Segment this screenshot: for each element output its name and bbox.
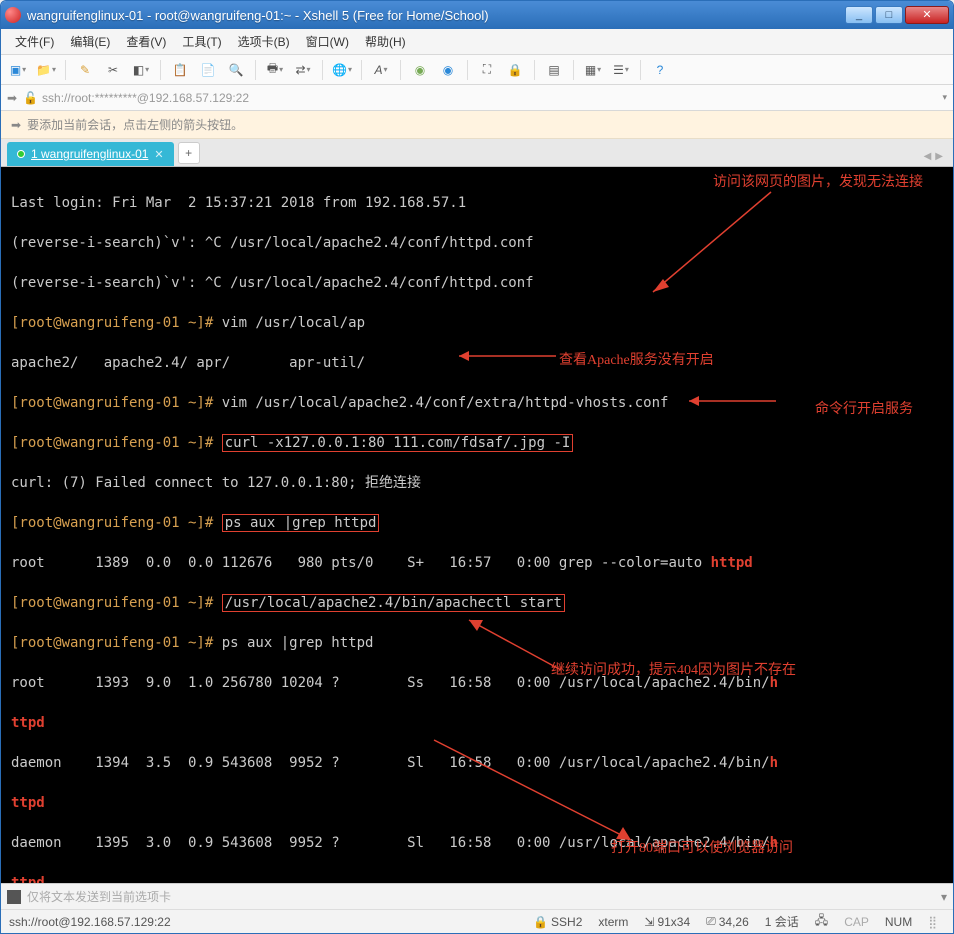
web-button[interactable]: 🌐 xyxy=(331,59,353,81)
minimize-button[interactable]: _ xyxy=(845,6,873,24)
input-icon xyxy=(7,890,21,904)
menu-tools[interactable]: 工具(T) xyxy=(176,31,227,52)
copy-button[interactable]: 📋 xyxy=(169,59,191,81)
tab-bar: 1 wangruifenglinux-01 ✕ + ◀ ▶ xyxy=(1,139,953,167)
tab-prev-icon[interactable]: ◀ xyxy=(924,151,932,162)
input-dropdown-icon[interactable]: ▾ xyxy=(941,890,947,904)
address-bar[interactable]: ➡ 🔓 ssh://root:*********@192.168.57.129:… xyxy=(1,85,953,111)
hint-icon: ➡ xyxy=(11,118,21,132)
properties-button[interactable]: ◧ xyxy=(130,59,152,81)
disconnect-button[interactable]: ✂ xyxy=(102,59,124,81)
menu-help[interactable]: 帮助(H) xyxy=(359,31,412,52)
status-dot-icon xyxy=(17,150,25,158)
menu-edit[interactable]: 编辑(E) xyxy=(64,31,116,52)
new-tab-button[interactable]: + xyxy=(178,142,200,164)
window-title: wangruifenglinux-01 - root@wangruifeng-0… xyxy=(27,8,845,23)
maximize-button[interactable]: □ xyxy=(875,6,903,24)
tab-close-icon[interactable]: ✕ xyxy=(154,148,163,161)
open-button[interactable]: 📁 xyxy=(35,59,57,81)
tab-nav: ◀ ▶ xyxy=(920,147,947,166)
paste-button[interactable]: 📄 xyxy=(197,59,219,81)
menubar: 文件(F) 编辑(E) 查看(V) 工具(T) 选项卡(B) 窗口(W) 帮助(… xyxy=(1,29,953,55)
transfer-button[interactable]: ⇄ xyxy=(292,59,314,81)
new-session-button[interactable]: ▣ xyxy=(7,59,29,81)
status-position: ⎚ 34,26 xyxy=(706,914,749,929)
annotation-3: 命令行开启服务 xyxy=(815,400,913,420)
app-window: wangruifenglinux-01 - root@wangruifeng-0… xyxy=(0,0,954,934)
annotation-2: 查看Apache服务没有开启 xyxy=(559,351,714,371)
help-icon[interactable]: ? xyxy=(649,59,671,81)
session-tab[interactable]: 1 wangruifenglinux-01 ✕ xyxy=(7,142,174,166)
font-button[interactable]: A xyxy=(370,59,392,81)
compose-button[interactable]: ▤ xyxy=(543,59,565,81)
fullscreen-button[interactable]: ⛶ xyxy=(476,59,498,81)
input-bar[interactable]: 仅将文本发送到当前选项卡 ▾ xyxy=(1,883,953,909)
tab-label: 1 wangruifenglinux-01 xyxy=(31,147,148,161)
status-connection: ssh://root@192.168.57.129:22 xyxy=(9,915,525,929)
menu-window[interactable]: 窗口(W) xyxy=(300,31,355,52)
lock-button[interactable]: 🔒 xyxy=(504,59,526,81)
status-caps: CAP xyxy=(844,915,869,929)
status-sessions: 1 会话 xyxy=(765,913,799,930)
layout-button[interactable]: ▦ xyxy=(582,59,604,81)
hint-text: 要添加当前会话，点击左侧的箭头按钮。 xyxy=(27,116,243,133)
find-button[interactable]: 🔍 xyxy=(225,59,247,81)
address-dropdown-icon[interactable]: ▾ xyxy=(942,92,947,103)
status-num: NUM xyxy=(885,915,912,929)
input-placeholder[interactable]: 仅将文本发送到当前选项卡 xyxy=(27,888,941,905)
titlebar: wangruifenglinux-01 - root@wangruifeng-0… xyxy=(1,1,953,29)
annotation-4: 继续访问成功，提示404因为图片不存在 xyxy=(551,661,796,681)
status-size: ⇲ 91x34 xyxy=(644,915,690,929)
status-term: xterm xyxy=(598,915,628,929)
reconnect-button[interactable]: ✎ xyxy=(74,59,96,81)
lock-icon: 🔓 xyxy=(23,91,38,105)
close-button[interactable]: ✕ xyxy=(905,6,949,24)
status-proto: 🔒 SSH2 xyxy=(533,915,582,929)
menu-file[interactable]: 文件(F) xyxy=(9,31,60,52)
menu-view[interactable]: 查看(V) xyxy=(120,31,172,52)
status-grip-icon: ⣿ xyxy=(928,915,937,929)
menu-tabs[interactable]: 选项卡(B) xyxy=(232,31,296,52)
toolbar: ▣ 📁 ✎ ✂ ◧ 📋 📄 🔍 🖶 ⇄ 🌐 A ◉ ◉ ⛶ 🔒 ▤ ▦ ☰ ? xyxy=(1,55,953,85)
address-field[interactable]: ssh://root:*********@192.168.57.129:22 xyxy=(42,91,942,105)
status-network-icon: 🖧 xyxy=(815,911,828,932)
view-button[interactable]: ☰ xyxy=(610,59,632,81)
color1-button[interactable]: ◉ xyxy=(409,59,431,81)
print-button[interactable]: 🖶 xyxy=(264,59,286,81)
terminal[interactable]: Last login: Fri Mar 2 15:37:21 2018 from… xyxy=(1,167,953,883)
annotation-1: 访问该网页的图片，发现无法连接 xyxy=(713,173,923,193)
annotation-5: 打开80端口可以使浏览器访问 xyxy=(611,839,793,859)
tab-next-icon[interactable]: ▶ xyxy=(935,151,943,162)
color2-button[interactable]: ◉ xyxy=(437,59,459,81)
add-session-icon[interactable]: ➡ xyxy=(7,91,17,105)
status-bar: ssh://root@192.168.57.129:22 🔒 SSH2 xter… xyxy=(1,909,953,933)
hint-bar: ➡ 要添加当前会话，点击左侧的箭头按钮。 xyxy=(1,111,953,139)
app-icon xyxy=(5,7,21,23)
